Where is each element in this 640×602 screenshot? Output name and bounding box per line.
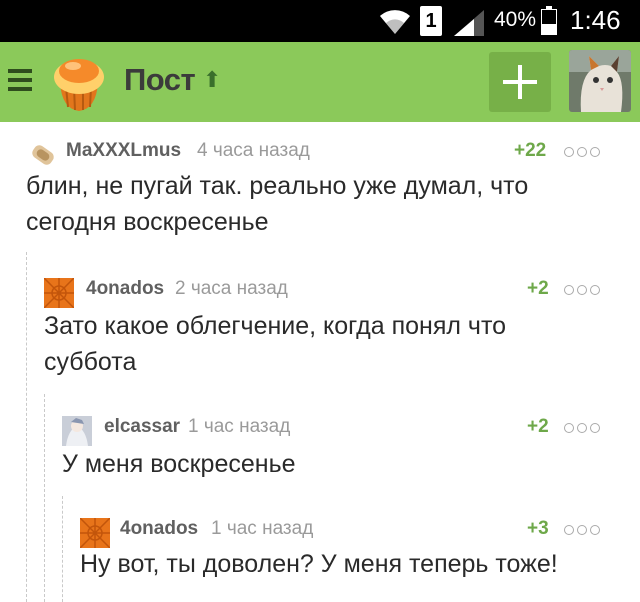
comment-rating: +2 (527, 416, 549, 437)
comment-time: 1 час назад (211, 518, 314, 539)
comment-rating: +22 (514, 140, 547, 161)
comment-text-line: Зато какое облегчение, когда понял что (44, 312, 507, 340)
comment-time: 4 часа назад (197, 140, 310, 161)
battery-percent: 40% (494, 8, 537, 31)
avatar[interactable] (80, 518, 110, 548)
comment: 4onados 2 часа назад +2 Зато какое облег… (0, 278, 640, 378)
comment-text-line: суббота (44, 348, 137, 376)
more-options-icon[interactable] (564, 144, 603, 162)
more-options-icon[interactable] (564, 420, 603, 438)
comment: MaXXXLmus 4 часа назад +22 блин, не пуга… (0, 140, 640, 240)
signal-strength-icon (454, 10, 484, 36)
comment-rating: +2 (527, 278, 549, 299)
avatar[interactable] (62, 416, 92, 446)
avatar[interactable] (44, 278, 74, 308)
comment-text: У меня воскресенье (62, 446, 622, 482)
app-toolbar: Пост ⬆ (0, 42, 640, 122)
status-bar: 1 40% 1:46 (0, 0, 640, 42)
user-avatar[interactable] (569, 50, 631, 112)
sim-slot-indicator: 1 (420, 6, 442, 36)
comment-username[interactable]: elcassar (104, 416, 180, 438)
comment-text-line: Ну вот, ты доволен? У меня теперь тоже! (80, 550, 558, 578)
comment-text-line: блин, не пугай так. реально уже думал, ч… (26, 172, 529, 200)
pikabu-logo[interactable] (48, 51, 110, 115)
page-title: Пост (124, 62, 196, 97)
wifi-icon (380, 10, 410, 34)
comment-rating: +3 (527, 518, 549, 539)
comment-text: Зато какое облегчение, когда понял что с… (44, 308, 624, 380)
comment-username[interactable]: 4onados (86, 278, 164, 300)
comment-text: Ну вот, ты доволен? У меня теперь тоже! (80, 546, 630, 582)
comment-text-line: У меня воскресенье (62, 450, 296, 478)
comment-username[interactable]: 4onados (120, 518, 198, 540)
comment-text: блин, не пугай так. реально уже думал, ч… (26, 168, 626, 240)
more-options-icon[interactable] (564, 522, 603, 540)
battery-icon (541, 6, 557, 35)
comment-username[interactable]: MaXXXLmus (66, 140, 181, 162)
comment-time: 2 часа назад (175, 278, 288, 299)
more-options-icon[interactable] (564, 282, 603, 300)
arrow-up-icon[interactable]: ⬆ (203, 67, 221, 93)
hamburger-menu-icon[interactable] (8, 69, 32, 91)
avatar[interactable] (28, 140, 58, 170)
comment: elcassar 1 час назад +2 У меня воскресен… (0, 416, 640, 486)
comment: 4onados 1 час назад +3 Ну вот, ты доволе… (0, 518, 640, 588)
add-post-button[interactable] (489, 52, 551, 112)
status-time: 1:46 (570, 5, 621, 35)
comment-time: 1 час назад (188, 416, 291, 437)
comment-text-line: сегодня воскресенье (26, 208, 269, 236)
